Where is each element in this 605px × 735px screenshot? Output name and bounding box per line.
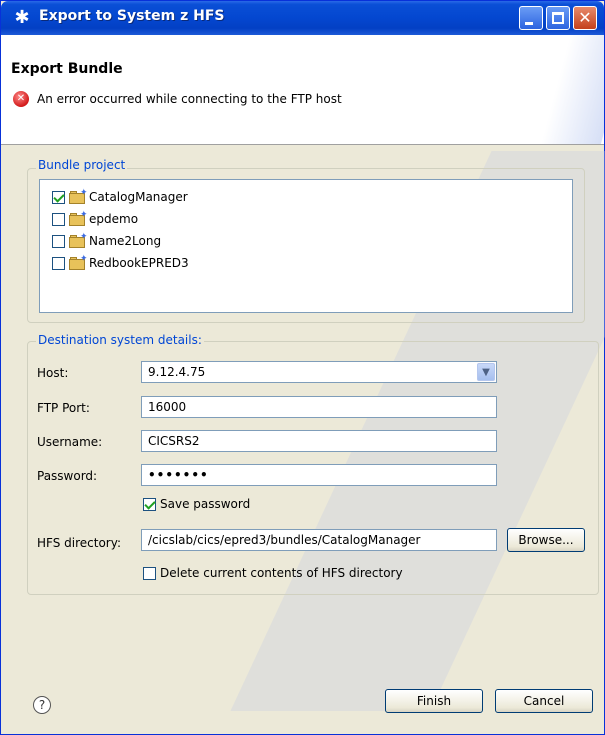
list-item[interactable]: ✦ CatalogManager xyxy=(52,188,188,206)
username-input[interactable]: CICSRS2 xyxy=(141,430,497,452)
bundle-label: CatalogManager xyxy=(89,190,188,204)
eclipse-star-icon: ✱ xyxy=(14,7,30,28)
page-title: Export Bundle xyxy=(11,61,123,77)
password-input[interactable]: ••••••• xyxy=(141,464,497,486)
checkbox-catalogmanager[interactable] xyxy=(52,190,65,204)
maximize-button[interactable] xyxy=(546,6,570,30)
save-password-checkbox[interactable] xyxy=(143,497,156,511)
checkbox-redbookepred3[interactable] xyxy=(52,256,65,270)
bundle-folder-icon: ✦ xyxy=(69,254,88,270)
maximize-icon xyxy=(552,12,564,24)
checkbox-name2long[interactable] xyxy=(52,234,65,248)
ftp-port-label: FTP Port: xyxy=(37,401,90,415)
help-icon[interactable]: ? xyxy=(33,696,51,714)
save-password-row[interactable]: Save password xyxy=(143,497,250,511)
bundle-label: Name2Long xyxy=(89,234,162,248)
host-label: Host: xyxy=(37,366,69,380)
host-combo[interactable]: 9.12.4.75 ▼ xyxy=(141,361,497,383)
minimize-button[interactable] xyxy=(519,6,543,30)
delete-contents-row[interactable]: Delete current contents of HFS directory xyxy=(143,566,403,580)
bundle-folder-icon: ✦ xyxy=(69,210,88,226)
error-icon: ✕ xyxy=(13,91,29,107)
finish-button[interactable]: Finish xyxy=(385,689,483,713)
bundle-folder-icon: ✦ xyxy=(69,232,88,248)
ftp-port-input[interactable]: 16000 xyxy=(141,396,497,418)
chevron-down-icon[interactable]: ▼ xyxy=(477,363,495,381)
list-item[interactable]: ✦ Name2Long xyxy=(52,232,161,250)
password-label: Password: xyxy=(37,469,98,483)
header-decoration xyxy=(532,35,604,144)
cancel-button[interactable]: Cancel xyxy=(495,689,593,713)
delete-contents-checkbox[interactable] xyxy=(143,566,156,580)
hfs-directory-input[interactable]: /cicslab/cics/epred3/bundles/CatalogMana… xyxy=(141,529,497,551)
checkbox-epdemo[interactable] xyxy=(52,212,65,226)
hfs-directory-label: HFS directory: xyxy=(37,536,121,550)
browse-button[interactable]: Browse... xyxy=(507,528,585,552)
username-label: Username: xyxy=(37,435,103,449)
destination-label: Destination system details: xyxy=(36,333,204,347)
delete-contents-label: Delete current contents of HFS directory xyxy=(160,566,403,580)
list-item[interactable]: ✦ epdemo xyxy=(52,210,138,228)
dialog-header: Export Bundle ✕ An error occurred while … xyxy=(1,35,604,145)
bundle-label: epdemo xyxy=(89,212,139,226)
bundle-project-label: Bundle project xyxy=(36,158,128,172)
error-message: An error occurred while connecting to th… xyxy=(37,92,342,106)
export-dialog: ✱ Export to System z HFS ✕ Export Bundle… xyxy=(0,0,605,735)
bundle-project-list[interactable]: ✦ CatalogManager ✦ epdemo ✦ Name2Long ✦ … xyxy=(39,179,573,313)
minimize-icon xyxy=(525,22,533,25)
host-value: 9.12.4.75 xyxy=(148,365,206,379)
bundle-folder-icon: ✦ xyxy=(69,188,88,204)
title-bar[interactable]: ✱ Export to System z HFS ✕ xyxy=(1,1,604,35)
list-item[interactable]: ✦ RedbookEPRED3 xyxy=(52,254,189,272)
window-title: Export to System z HFS xyxy=(39,8,225,24)
close-icon: ✕ xyxy=(578,8,592,27)
save-password-label: Save password xyxy=(160,497,251,511)
bundle-label: RedbookEPRED3 xyxy=(89,256,189,270)
close-button[interactable]: ✕ xyxy=(573,6,597,30)
